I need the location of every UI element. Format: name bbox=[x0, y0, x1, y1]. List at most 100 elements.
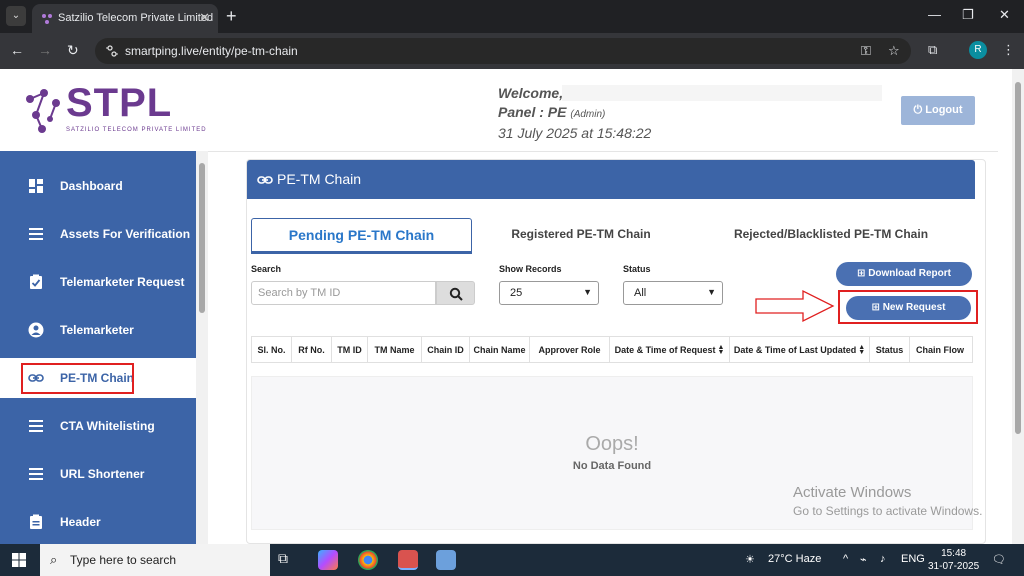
back-icon[interactable]: ← bbox=[10, 42, 24, 58]
logo-text: STPL bbox=[66, 81, 173, 125]
sidebar-item-label: Dashboard bbox=[60, 179, 123, 193]
download-report-button[interactable]: ⊞ Download Report bbox=[836, 262, 972, 286]
clock[interactable]: 15:48 31-07-2025 bbox=[928, 547, 979, 573]
sidebar-item-label: Header bbox=[60, 515, 101, 529]
chrome-icon[interactable] bbox=[358, 550, 378, 570]
sidebar-item-label: CTA Whitelisting bbox=[60, 419, 155, 433]
panel-label: Panel : PE bbox=[498, 104, 567, 120]
paint-icon[interactable] bbox=[436, 550, 456, 570]
column-header-sl-no: Sl. No. bbox=[252, 337, 292, 362]
column-header-rf-no: Rf No. bbox=[292, 337, 332, 362]
clock-time: 15:48 bbox=[941, 548, 967, 559]
task-view-icon[interactable]: ⧉ bbox=[278, 550, 298, 570]
new-tab-icon[interactable]: + bbox=[226, 6, 237, 27]
notification-icon[interactable]: 🗨 bbox=[992, 553, 1006, 566]
show-records-select[interactable]: 25 ▼ bbox=[499, 281, 599, 305]
tab-registered[interactable]: Registered PE-TM Chain bbox=[481, 218, 681, 254]
status-value: All bbox=[634, 287, 647, 299]
volume-icon[interactable]: ♪ bbox=[880, 553, 886, 565]
bookmark-star-icon[interactable]: ☆ bbox=[888, 43, 900, 59]
column-header-chain-name: Chain Name bbox=[470, 337, 530, 362]
activate-windows-title: Activate Windows bbox=[793, 484, 912, 501]
weather-icon[interactable]: ☀ bbox=[745, 553, 755, 566]
language-indicator[interactable]: ENG bbox=[901, 553, 925, 565]
browser-toolbar: ← → ↻ smartping.live/entity/pe-tm-chain … bbox=[0, 33, 1024, 69]
forward-icon[interactable]: → bbox=[38, 42, 52, 58]
panel-role: (Admin) bbox=[570, 109, 606, 120]
search-label: Search bbox=[251, 264, 282, 274]
link-icon bbox=[257, 176, 273, 184]
clipboard-icon bbox=[30, 514, 42, 529]
status-select[interactable]: All ▼ bbox=[623, 281, 723, 305]
sidebar: Dashboard Assets For Verification Telema… bbox=[0, 151, 208, 544]
main-content: Welcome, Panel : PE (Admin) 31 July 2025… bbox=[208, 69, 1012, 544]
sidebar-item-dashboard[interactable]: Dashboard bbox=[0, 162, 196, 210]
menu-kebab-icon[interactable]: ⋮ bbox=[1002, 42, 1015, 58]
column-label: Date & Time of Last Updated bbox=[733, 344, 857, 355]
empty-state-message: No Data Found bbox=[572, 460, 652, 472]
sidebar-item-header[interactable]: Header bbox=[0, 498, 196, 544]
extensions-icon[interactable]: ⧉ bbox=[928, 42, 937, 58]
column-header-date-last-updated[interactable]: Date & Time of Last Updated ▲ ▼ bbox=[730, 337, 870, 362]
list-icon bbox=[29, 468, 43, 480]
browser-tabbar: ⌄ Satzilio Telecom Private Limited ✕ + —… bbox=[0, 0, 1024, 33]
arrow-annotation-icon bbox=[755, 289, 835, 323]
sidebar-item-telemarketer-request[interactable]: Telemarketer Request bbox=[0, 258, 196, 306]
search-button[interactable] bbox=[436, 281, 475, 305]
chevron-down-icon: ▼ bbox=[707, 287, 716, 297]
logout-icon: ⏻ bbox=[913, 104, 923, 116]
new-request-button[interactable]: ⊞ New Request bbox=[846, 296, 971, 320]
chrome-profile-icon[interactable] bbox=[398, 550, 418, 570]
tab-pending[interactable]: Pending PE-TM Chain bbox=[251, 218, 472, 254]
browser-tab[interactable]: Satzilio Telecom Private Limited ✕ bbox=[32, 4, 218, 33]
sidebar-item-label: URL Shortener bbox=[60, 467, 145, 481]
search-icon: ⌕ bbox=[50, 552, 58, 567]
sidebar-item-url-shortener[interactable]: URL Shortener bbox=[0, 450, 196, 498]
sort-icon[interactable]: ▲ ▼ bbox=[858, 344, 865, 356]
network-icon[interactable]: ⌁ bbox=[860, 553, 867, 566]
sidebar-item-label: Telemarketer Request bbox=[60, 275, 185, 289]
tab-close-icon[interactable]: ✕ bbox=[199, 10, 210, 26]
logo-mark-icon bbox=[26, 89, 60, 133]
sidebar-item-cta-whitelisting[interactable]: CTA Whitelisting bbox=[0, 402, 196, 450]
column-header-approver-role: Approver Role bbox=[530, 337, 610, 362]
column-header-tm-id: TM ID bbox=[332, 337, 368, 362]
show-records-value: 25 bbox=[510, 287, 523, 299]
profile-avatar[interactable]: R bbox=[969, 41, 987, 59]
search-input[interactable]: Search by TM ID bbox=[251, 281, 436, 305]
list-icon bbox=[29, 420, 43, 432]
sidebar-item-assets-for-verification[interactable]: Assets For Verification bbox=[0, 210, 196, 258]
login-datetime: 31 July 2025 at 15:48:22 bbox=[498, 125, 652, 141]
column-header-chain-id: Chain ID bbox=[422, 337, 470, 362]
reload-icon[interactable]: ↻ bbox=[67, 42, 79, 59]
sidebar-scrollbar-thumb[interactable] bbox=[199, 163, 205, 313]
taskbar-search[interactable]: ⌕ Type here to search bbox=[40, 544, 270, 576]
tray-expand-icon[interactable]: ^ bbox=[843, 553, 848, 565]
window-close-icon[interactable]: ✕ bbox=[999, 7, 1010, 23]
logout-button[interactable]: ⏻ Logout bbox=[901, 96, 975, 125]
sidebar-item-telemarketer[interactable]: Telemarketer bbox=[0, 306, 196, 354]
clipboard-check-icon bbox=[30, 274, 42, 289]
copilot-icon[interactable] bbox=[318, 550, 338, 570]
sort-icon[interactable]: ▲ ▼ bbox=[717, 344, 724, 356]
search-icon bbox=[449, 287, 463, 301]
column-header-date-request[interactable]: Date & Time of Request ▲ ▼ bbox=[610, 337, 730, 362]
tab-search-icon[interactable]: ⌄ bbox=[6, 6, 26, 26]
empty-state-title: Oops! bbox=[585, 433, 639, 455]
page-scrollbar-thumb[interactable] bbox=[1015, 82, 1021, 434]
weather-text[interactable]: 27°C Haze bbox=[768, 553, 821, 565]
download-report-label: Download Report bbox=[868, 268, 951, 279]
minimize-icon[interactable]: — bbox=[928, 7, 941, 22]
chain-tabs: Pending PE-TM Chain Registered PE-TM Cha… bbox=[251, 218, 975, 254]
key-icon[interactable]: ⚿ bbox=[861, 43, 871, 59]
restore-icon[interactable]: ❐ bbox=[962, 7, 974, 23]
logout-label: Logout bbox=[925, 104, 963, 116]
site-info-icon[interactable] bbox=[105, 44, 119, 58]
windows-start-icon[interactable] bbox=[12, 553, 26, 567]
taskbar-search-placeholder: Type here to search bbox=[70, 553, 177, 567]
sidebar-item-label: Assets For Verification bbox=[60, 227, 191, 241]
tab-rejected-blacklisted[interactable]: Rejected/Blacklisted PE-TM Chain bbox=[711, 218, 951, 254]
dashboard-icon bbox=[29, 179, 43, 193]
address-bar[interactable]: smartping.live/entity/pe-tm-chain ⚿ ☆ bbox=[95, 38, 911, 64]
chevron-down-icon: ▼ bbox=[583, 287, 592, 297]
